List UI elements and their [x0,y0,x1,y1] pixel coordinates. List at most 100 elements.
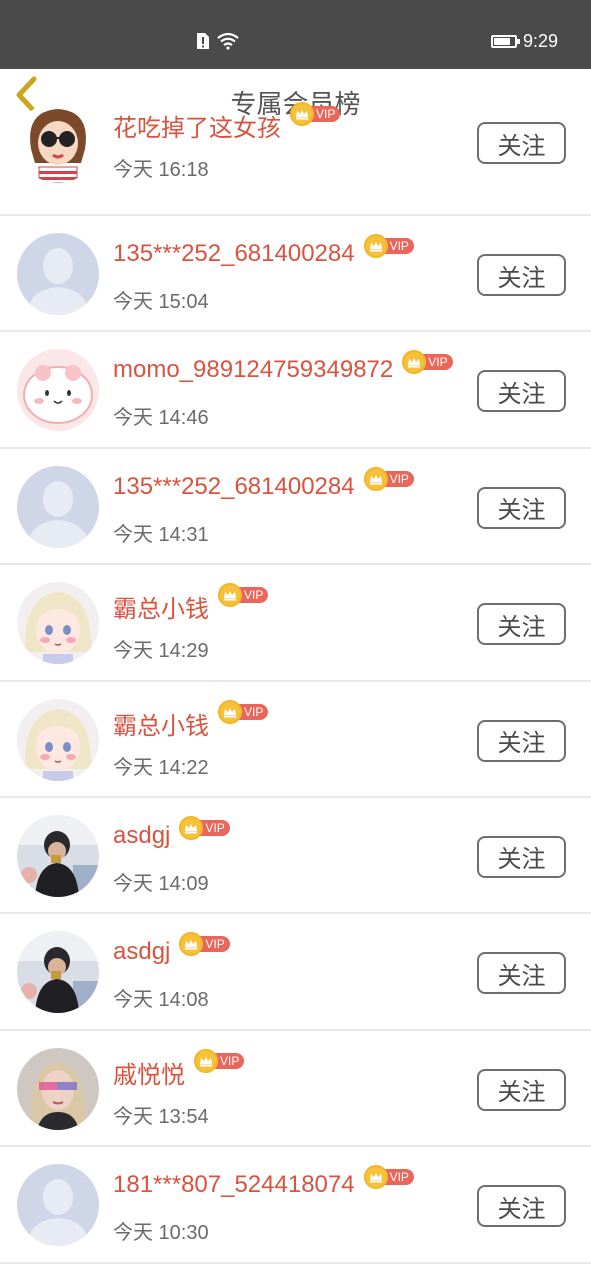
crown-icon [179,932,204,957]
username-line: 霸总小钱 VIP [113,583,272,624]
cartoon-girl-avatar-image [17,101,99,183]
vip-badge: VIP [363,234,418,258]
member-row[interactable]: 花吃掉了这女孩 VIP 今天 16:18 关注 [0,100,591,216]
member-row[interactable]: 霸总小钱 VIP 今天 14:22 关注 [0,682,591,798]
username-line: asdgj VIP [113,815,233,850]
vip-badge: VIP [179,932,233,957]
avatar[interactable] [17,931,99,1014]
crown-icon-glyph [185,940,198,950]
timestamp: 今天 14:09 [113,872,209,895]
vip-badge: VIP [363,1165,418,1190]
crown-icon-glyph [224,707,236,718]
vip-badge: VIP [363,466,418,491]
timestamp: 今天 14:31 [113,523,209,546]
username[interactable]: asdgj [113,822,170,850]
vip-badge: VIP [194,1048,248,1073]
avatar[interactable] [17,349,99,432]
username-line: 135***252_681400284 VIP [113,234,418,268]
crown-icon-glyph [369,242,382,252]
username[interactable]: 花吃掉了这女孩 [113,108,281,143]
follow-button[interactable]: 关注 [477,122,566,164]
avatar[interactable] [17,814,99,897]
follow-button[interactable]: 关注 [477,1185,566,1228]
follow-button[interactable]: 关注 [477,486,566,529]
vip-badge: VIP [218,699,272,724]
man-photo-avatar-image [17,814,99,897]
battery-fill [493,38,510,45]
default-person-avatar-image [17,1164,99,1247]
follow-button[interactable]: 关注 [477,603,566,646]
member-row[interactable]: momo_989124759349872 VIP 今天 14:46 关注 [0,332,591,449]
crown-icon [363,466,388,491]
avatar[interactable] [17,1164,99,1247]
avatar[interactable] [17,582,99,665]
avatar[interactable] [17,465,99,548]
woman-photo-avatar-image [17,1047,99,1130]
anime-girl-avatar-image [17,698,99,781]
username-line: asdgj VIP [113,932,233,966]
crown-icon [179,815,204,840]
timestamp: 今天 13:54 [113,1105,209,1128]
status-bar: 9:29 [0,0,591,69]
crown-icon-glyph [200,1056,212,1067]
timestamp: 今天 16:18 [113,159,209,181]
member-row[interactable]: 戚悦悦 VIP 今天 13:54 关注 [0,1031,591,1148]
sim-alert-icon [197,33,209,49]
vip-badge: VIP [290,102,344,126]
username-line: 霸总小钱 VIP [113,699,272,741]
crown-icon-glyph [369,1173,382,1183]
timestamp: 今天 14:46 [113,407,209,430]
crown-icon-glyph [224,591,236,601]
username[interactable]: 戚悦悦 [113,1055,185,1090]
member-row[interactable]: 181***807_524418074 VIP 今天 10:30 关注 [0,1147,591,1264]
default-person-avatar-image [17,233,99,315]
follow-button[interactable]: 关注 [477,370,566,413]
username[interactable]: 135***252_681400284 [113,240,355,268]
crown-icon [402,350,427,375]
wifi-icon [217,32,239,50]
battery-icon [490,35,520,48]
timestamp: 今天 15:04 [113,291,209,313]
username[interactable]: 181***807_524418074 [113,1171,355,1199]
avatar[interactable] [17,698,99,781]
username[interactable]: 霸总小钱 [113,706,209,741]
crown-icon-glyph [369,474,382,485]
crown-icon [218,699,242,724]
crown-icon-glyph [408,358,421,368]
follow-button[interactable]: 关注 [477,835,566,878]
timestamp: 今天 14:22 [113,756,209,779]
default-person-avatar-image [17,465,99,548]
member-list: 花吃掉了这女孩 VIP 今天 16:18 关注 135***252_68140028… [0,100,591,1264]
member-row[interactable]: 135***252_681400284 VIP 今天 15:04 关注 [0,216,591,333]
member-row[interactable]: 135***252_681400284 VIP 今天 14:31 关注 [0,449,591,566]
timestamp: 今天 10:30 [113,1222,209,1245]
username-line: 135***252_681400284 VIP [113,466,418,501]
crown-icon [194,1048,218,1073]
member-row[interactable]: 霸总小钱 VIP 今天 14:29 关注 [0,565,591,682]
crown-icon-glyph [296,110,308,120]
username-line: 181***807_524418074 VIP [113,1165,418,1199]
follow-button[interactable]: 关注 [477,719,566,762]
avatar[interactable] [17,101,99,183]
crown-icon [218,583,242,608]
username-line: momo_989124759349872 VIP [113,350,456,384]
member-row[interactable]: asdgj VIP 今天 14:09 关注 [0,798,591,915]
username[interactable]: momo_989124759349872 [113,356,393,384]
follow-button[interactable]: 关注 [477,1068,566,1111]
avatar[interactable] [17,233,99,315]
username[interactable]: 霸总小钱 [113,589,209,624]
follow-button[interactable]: 关注 [477,254,566,296]
timestamp: 今天 14:29 [113,640,209,663]
username[interactable]: 135***252_681400284 [113,473,355,501]
follow-button[interactable]: 关注 [477,952,566,995]
crown-icon [363,234,388,258]
clock: 9:29 [522,31,558,51]
vip-badge: VIP [218,583,272,608]
username[interactable]: asdgj [113,938,170,966]
timestamp: 今天 14:08 [113,989,209,1012]
vip-badge: VIP [179,815,233,840]
status-icons [196,32,240,50]
avatar[interactable] [17,1047,99,1130]
vip-badge: VIP [402,350,456,375]
member-row[interactable]: asdgj VIP 今天 14:08 关注 [0,914,591,1031]
